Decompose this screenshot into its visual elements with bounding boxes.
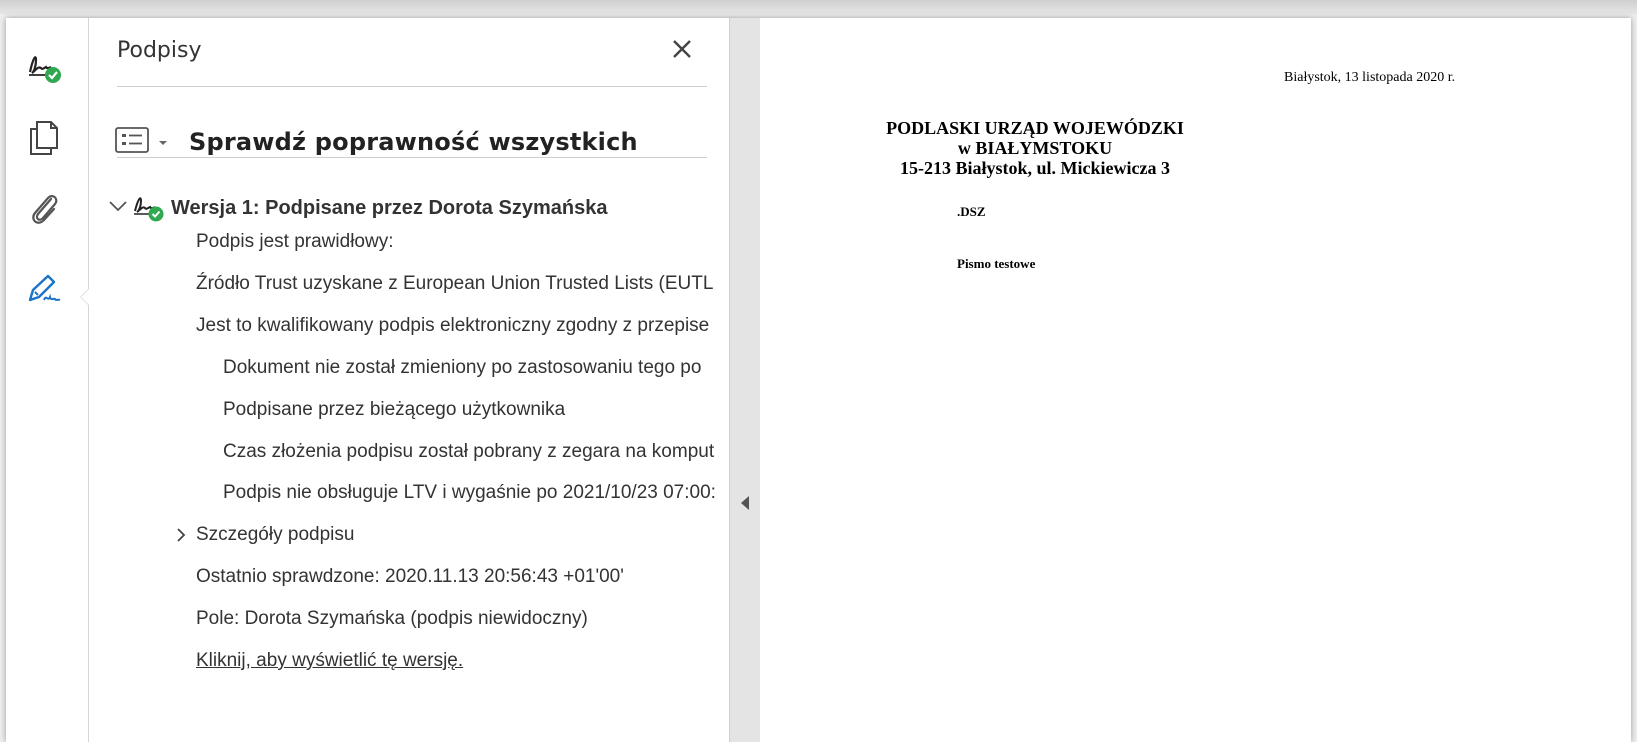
qualified-signature-text: Jest to kwalifikowany podpis elektronicz… [196,315,710,336]
verify-all-button[interactable]: Sprawdź poprawność wszystkich [189,128,638,156]
divider [117,157,707,158]
attachments-button[interactable] [22,188,66,232]
letterhead-line: 15-213 Białystok, ul. Mickiewicza 3 [900,158,1170,178]
signature-valid-text: Podpis jest prawidłowy: [196,231,394,252]
chevron-right-icon [165,526,196,544]
signature-details-label: Szczegóły podpisu [196,524,355,545]
trust-source-text: Źródło Trust uzyskane z European Union T… [196,273,714,294]
signatures-panel: Podpisy Sprawdź poprawność wszystkich We… [89,18,729,742]
signed-by-current-user-text: Podpisane przez bieżącego użytkownika [223,399,566,420]
panel-title: Podpisy [117,38,202,63]
document-date: Białystok, 13 listopada 2020 r. [1284,70,1456,85]
signature-version-row[interactable]: Wersja 1: Podpisane przez Dorota Szymańs… [107,190,607,226]
signature-version-label: Wersja 1: Podpisane przez Dorota Szymańs… [171,196,608,219]
list-options-icon [115,127,149,157]
signature-field-text: Pole: Dorota Szymańska (podpis niewidocz… [196,608,588,629]
view-version-link[interactable]: Kliknij, aby wyświetlić tę wersję. [196,648,463,674]
letterhead-line: w BIAŁYMSTOKU [957,138,1113,158]
collapse-panel-button[interactable] [739,494,751,516]
panel-splitter[interactable] [729,18,761,742]
active-tab-indicator [80,288,89,306]
options-menu-button[interactable] [115,127,169,157]
signature-details-toggle[interactable]: Szczegóły podpisu [165,522,354,548]
chevron-down-icon [157,133,169,152]
divider [117,86,707,87]
triangle-left-icon [740,495,750,515]
document-letterhead: PODLASKI URZĄD WOJEWÓDZKI w BIAŁYMSTOKU … [870,118,1200,178]
close-icon [671,38,693,64]
document-unchanged-text: Dokument nie został zmieniony po zastoso… [223,357,702,378]
window-frame: Podpisy Sprawdź poprawność wszystkich We… [0,0,1637,742]
signatures-status-button[interactable] [22,46,66,90]
signature-valid-icon [24,46,64,90]
last-checked-text: Ostatnio sprawdzone: 2020.11.13 20:56:43… [196,566,624,587]
signing-time-source-text: Czas złożenia podpisu został pobrany z z… [223,441,715,462]
pages-icon [27,119,61,161]
letterhead-line: PODLASKI URZĄD WOJEWÓDZKI [886,118,1184,138]
document-subject: Pismo testowe [957,256,1036,271]
attachment-icon [27,189,61,231]
acrobat-window: Podpisy Sprawdź poprawność wszystkich We… [6,18,1631,742]
ltv-status-text: Podpis nie obsługuje LTV i wygaśnie po 2… [223,482,716,503]
signature-valid-icon [131,189,165,227]
chevron-down-icon [107,198,129,218]
verify-row: Sprawdź poprawność wszystkich [115,126,638,158]
document-reference: .DSZ [957,204,986,219]
page-thumbnails-button[interactable] [22,118,66,162]
fill-sign-icon [24,270,64,314]
fill-and-sign-button[interactable] [22,270,66,314]
close-panel-button[interactable] [667,36,697,66]
document-page: Białystok, 13 listopada 2020 r. PODLASKI… [760,18,1631,742]
navigation-rail [6,18,89,742]
